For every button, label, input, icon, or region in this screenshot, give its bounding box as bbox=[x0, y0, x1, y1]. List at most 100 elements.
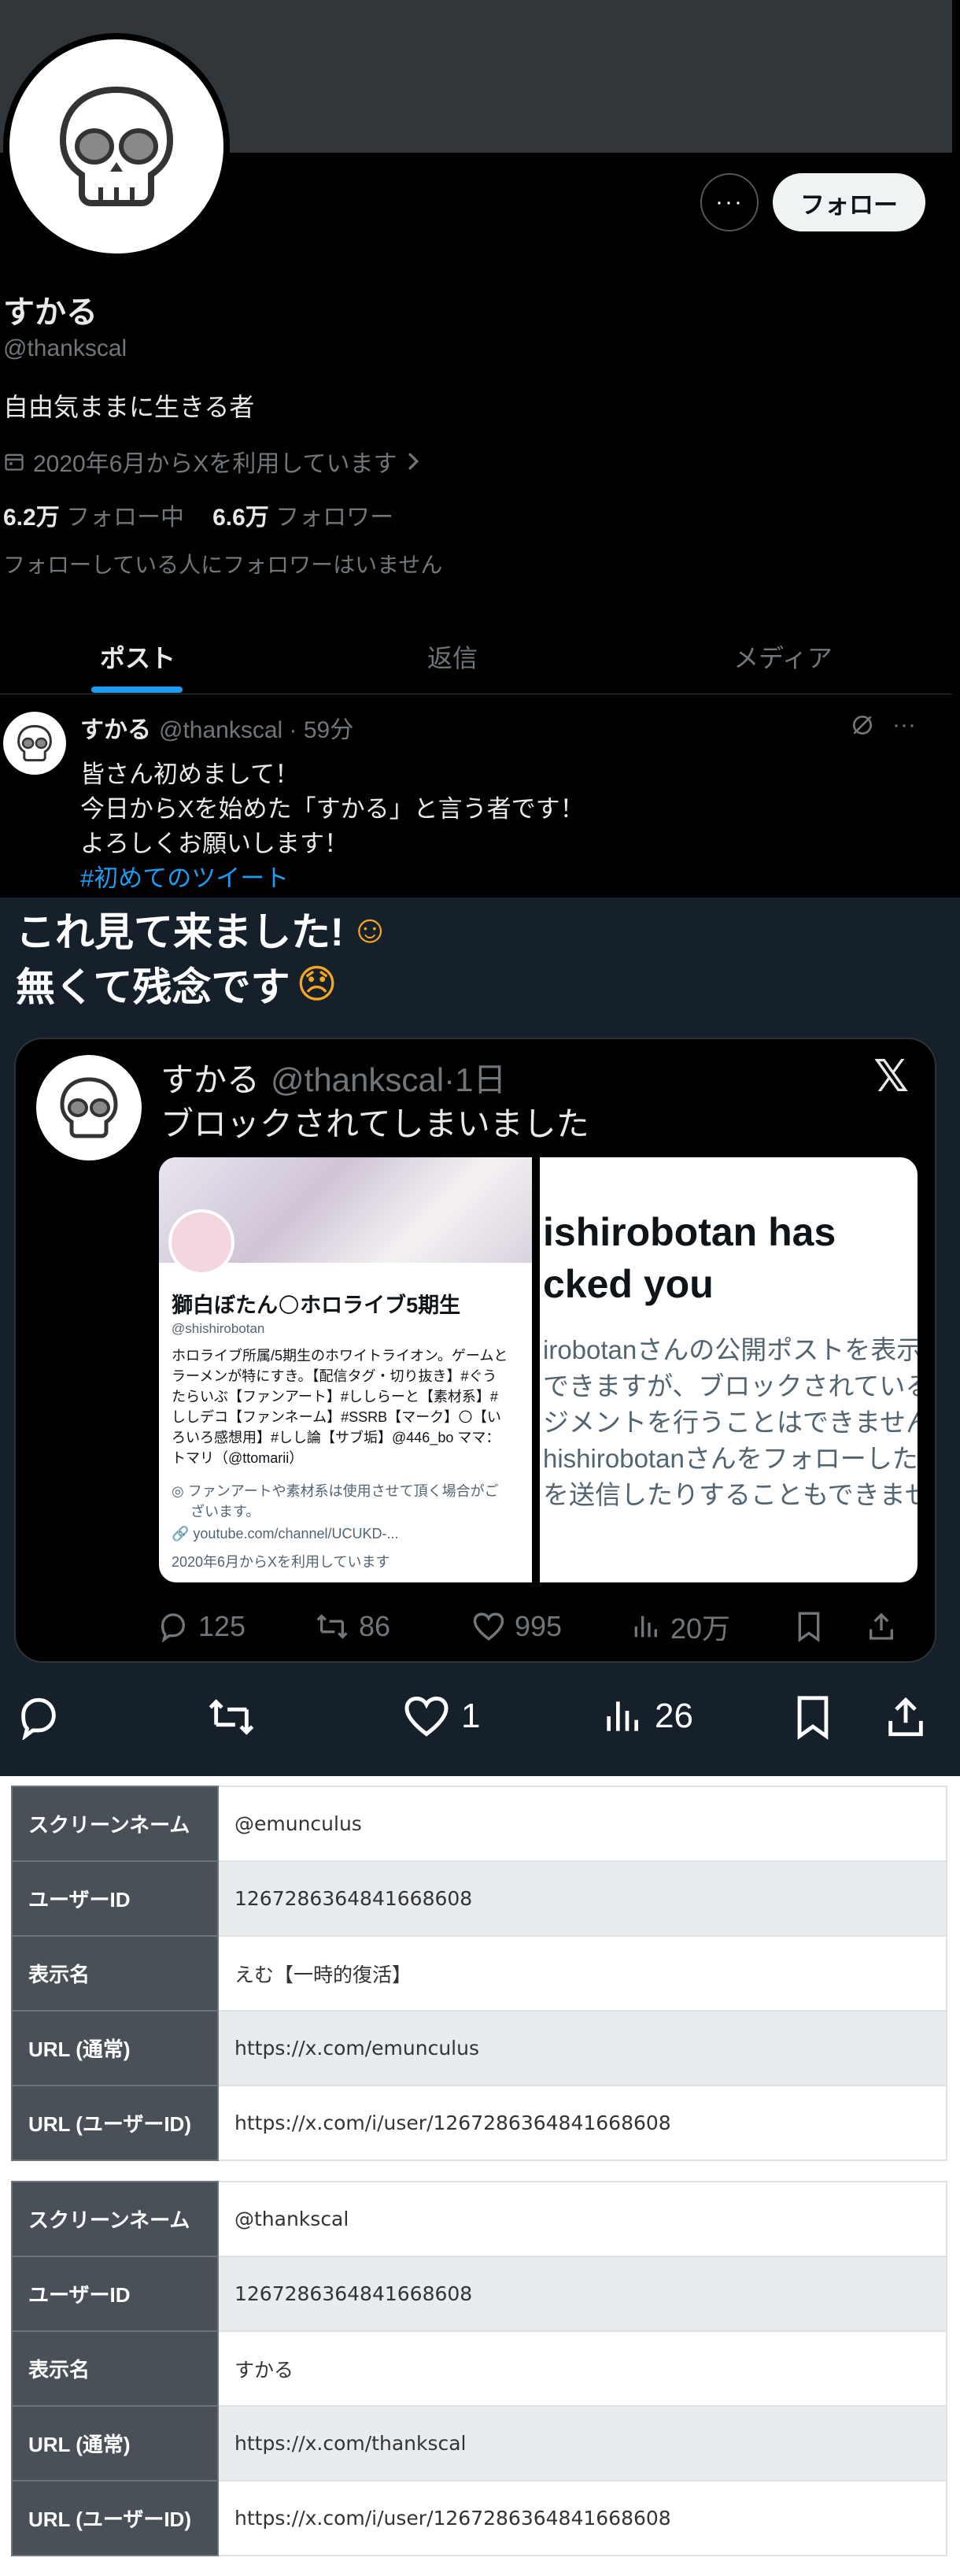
reply-text-line-2: 無くて残念です 😞 bbox=[16, 956, 338, 1012]
followers-you-know-note: フォローしている人にフォロワーはいません bbox=[3, 553, 443, 577]
profile-tabs: ポスト 返信 メディア bbox=[0, 619, 952, 694]
tweet-author-handle: @thankscal · 59分 bbox=[159, 717, 354, 743]
blocked-body-line: できますが、ブロックされているた bbox=[543, 1371, 918, 1401]
profile-handle: @thankscal bbox=[3, 335, 127, 361]
table-row: URL (ユーザーID) https://x.com/i/user/1267286… bbox=[11, 2480, 947, 2556]
blocked-title: ishirobotan has cked you bbox=[543, 1210, 836, 1306]
table-key: URL (通常) bbox=[11, 2405, 219, 2482]
table-key: ユーザーID bbox=[11, 1860, 219, 1937]
like-count: 1 bbox=[461, 1697, 481, 1735]
embedded-link: 🔗 youtube.com/channel/UCUKD-... bbox=[172, 1526, 399, 1542]
tab-media[interactable]: メディア bbox=[645, 619, 921, 694]
embedded-bio-line: トマリ（@ttomarii） bbox=[172, 1450, 304, 1466]
tweet-author-name[interactable]: すかる bbox=[80, 710, 151, 745]
quoted-bookmark-button[interactable] bbox=[795, 1611, 866, 1642]
user-info-table: スクリーンネーム @thankscal ユーザーID 126728636484166… bbox=[11, 2181, 947, 2556]
following-count: 6.2万 bbox=[3, 505, 60, 531]
profile-display-name: すかる bbox=[3, 295, 98, 330]
profile-avatar[interactable] bbox=[5, 35, 228, 258]
user-info-table: スクリーンネーム @emunculus ユーザーID 126728636484166… bbox=[11, 1786, 947, 2161]
profile-bio: 自由気ままに生きる者 bbox=[3, 393, 255, 421]
tweet-hashtag[interactable]: #初めてのツイート bbox=[80, 858, 289, 894]
quoted-reply-count: 125 bbox=[198, 1610, 246, 1642]
x-logo-icon: 𝕏 bbox=[873, 1051, 910, 1101]
table-value[interactable]: https://x.com/emunculus bbox=[217, 2010, 947, 2086]
embedded-meta-text: ファンアートや素材系は使用させて頂く場合がご bbox=[187, 1483, 499, 1499]
tweet-avatar[interactable] bbox=[3, 712, 66, 775]
quoted-text: ブロックされてしまいました bbox=[161, 1105, 589, 1142]
followers-count: 6.6万 bbox=[212, 505, 269, 531]
quoted-header: すかる @thankscal·1日 bbox=[161, 1053, 506, 1101]
tweet[interactable]: すかる @thankscal · 59分 ··· 皆さん初めまして！ 今日からX… bbox=[0, 694, 952, 898]
blocked-body-line: ジメントを行うことはできません。 bbox=[543, 1408, 918, 1437]
table-key: 表示名 bbox=[11, 1935, 219, 2012]
like-button[interactable]: 1 bbox=[403, 1694, 480, 1738]
follow-button[interactable]: フォロー bbox=[773, 173, 925, 231]
tab-posts[interactable]: ポスト bbox=[0, 619, 275, 694]
followers-link[interactable]: 6.6万 フォロワー bbox=[212, 498, 393, 532]
table-value[interactable]: https://x.com/thankscal bbox=[217, 2405, 947, 2482]
tweet-text-line: よろしくお願いします！ bbox=[80, 830, 349, 857]
embedded-bio-line: たらいぶ【ファンアート】#ししらーと【素材系】# bbox=[172, 1389, 498, 1405]
embedded-blocked-screenshot[interactable]: ishirobotan has cked you irobotanさんの公開ポス… bbox=[540, 1157, 918, 1582]
table-row: スクリーンネーム @emunculus bbox=[11, 1786, 947, 1862]
quoted-tweet-card[interactable]: すかる @thankscal·1日 𝕏 ブロックされてしまいました 獅白ぼたん🌕… bbox=[14, 1038, 936, 1663]
table-row: URL (通常) https://x.com/thankscal bbox=[11, 2405, 947, 2482]
skull-icon bbox=[60, 1077, 118, 1138]
following-link[interactable]: 6.2万 フォロー中 bbox=[3, 498, 184, 532]
tab-replies[interactable]: 返信 bbox=[315, 619, 590, 694]
table-value[interactable]: https://x.com/i/user/1267286364841668608 bbox=[217, 2480, 947, 2556]
table-key: スクリーンネーム bbox=[11, 1786, 219, 1862]
hashtag-link[interactable]: #初めてのツイート bbox=[80, 864, 289, 892]
table-value[interactable]: https://x.com/i/user/1267286364841668608 bbox=[217, 2085, 947, 2161]
quoted-repost-button[interactable]: 86 bbox=[315, 1610, 472, 1643]
table-value: えむ【一時的復活】 bbox=[217, 1935, 947, 2012]
active-tab-indicator bbox=[91, 687, 183, 693]
share-button[interactable] bbox=[883, 1694, 929, 1740]
embedded-meta-line: ◎ ファンアートや素材系は使用させて頂く場合がご bbox=[172, 1483, 499, 1499]
quoted-like-count: 995 bbox=[515, 1610, 563, 1642]
views-count: 26 bbox=[655, 1697, 693, 1735]
quoted-action-bar: 125 86 995 20万 bbox=[157, 1603, 929, 1650]
chevron-right-icon bbox=[408, 453, 419, 470]
table-value: 1267286364841668608 bbox=[217, 1860, 947, 1937]
embedded-profile-screenshot[interactable]: 獅白ぼたん🌕ホロライブ5期生 @shishirobotan ホロライブ所属/5期… bbox=[159, 1157, 532, 1582]
quoted-share-button[interactable] bbox=[866, 1611, 897, 1642]
quoted-author-name[interactable]: すかる bbox=[161, 1053, 260, 1101]
reply-button[interactable] bbox=[16, 1694, 61, 1740]
reply-text-line-1: これ見て来ました! ☺ bbox=[16, 901, 390, 957]
quoted-avatar[interactable] bbox=[36, 1055, 142, 1160]
follow-counts: 6.2万 フォロー中 6.6万 フォロワー bbox=[3, 498, 393, 532]
repost-button[interactable] bbox=[206, 1694, 257, 1740]
embedded-handle: @shishirobotan bbox=[172, 1321, 265, 1336]
quoted-reply-button[interactable]: 125 bbox=[157, 1610, 315, 1643]
views-icon bbox=[607, 1701, 638, 1731]
table-row: 表示名 すかる bbox=[11, 2330, 947, 2407]
skull-icon bbox=[17, 724, 52, 762]
quoted-views-button[interactable]: 20万 bbox=[630, 1606, 795, 1647]
calendar-icon bbox=[5, 453, 24, 471]
views-button[interactable]: 26 bbox=[600, 1694, 693, 1738]
table-key: URL (ユーザーID) bbox=[11, 2085, 219, 2161]
joined-date[interactable]: 2020年6月からXを利用しています bbox=[3, 444, 421, 479]
quoted-views-count: 20万 bbox=[670, 1612, 731, 1645]
embedded-bio-line: ししデコ【ファンネーム】#SSRB【マーク】🌕【い bbox=[172, 1409, 501, 1425]
table-key: URL (通常) bbox=[11, 2010, 219, 2086]
table-value: 1267286364841668608 bbox=[217, 2256, 947, 2332]
quoted-like-button[interactable]: 995 bbox=[472, 1610, 630, 1643]
table-row: URL (ユーザーID) https://x.com/i/user/1267286… bbox=[11, 2085, 947, 2161]
embedded-joined: 2020年6月からXを利用しています bbox=[172, 1554, 390, 1570]
table-key: 表示名 bbox=[11, 2330, 219, 2407]
profile-screenshot: ··· フォロー すかる @thankscal 自由気ままに生きる者 2020年… bbox=[0, 0, 960, 898]
reply-screenshot: これ見て来ました! ☺ 無くて残念です 😞 すかる @thankscal·1日 … bbox=[0, 898, 960, 1776]
joined-date-text: 2020年6月からXを利用しています bbox=[33, 451, 397, 477]
reply-icon bbox=[161, 1613, 186, 1642]
tweet-top-icons: ··· bbox=[850, 712, 916, 738]
tweet-more-icon[interactable]: ··· bbox=[892, 712, 916, 738]
grok-icon[interactable] bbox=[850, 712, 875, 738]
more-options-button[interactable]: ··· bbox=[700, 173, 759, 231]
user-info-section: スクリーンネーム @emunculus ユーザーID 126728636484166… bbox=[0, 1776, 960, 2576]
heart-icon bbox=[404, 1696, 449, 1737]
bookmark-button[interactable] bbox=[793, 1694, 833, 1740]
embedded-bio-line: ろいろ感想用】#しし論【サブ垢】@446_bo ママ： bbox=[172, 1430, 500, 1445]
